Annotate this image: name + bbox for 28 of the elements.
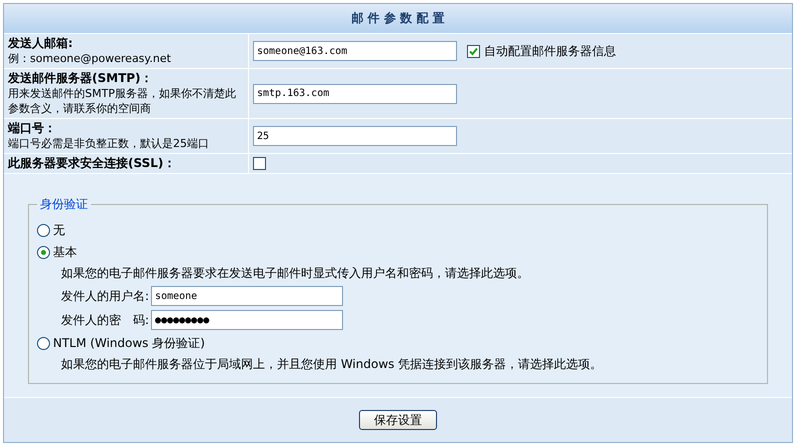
checkbox[interactable] xyxy=(253,157,266,170)
field-label: 发件人的密 码: xyxy=(61,312,150,328)
checkbox[interactable] xyxy=(467,44,480,58)
input-field[interactable]: someone@163.com xyxy=(253,41,457,61)
setting-description: 用来发送邮件的SMTP服务器，如果你不清楚此参数含义，请联系你的空间商 xyxy=(8,86,237,116)
input-field[interactable]: smtp.163.com xyxy=(253,84,457,104)
radio-button[interactable] xyxy=(37,336,50,350)
radio-label: 基本 xyxy=(53,244,77,261)
radio-label: NTLM (Windows 身份验证) xyxy=(53,335,205,352)
save-button[interactable]: 保存设置 xyxy=(359,410,437,430)
setting-label: 发送邮件服务器(SMTP)： xyxy=(8,71,154,86)
setting-label: 此服务器要求安全连接(SSL)： xyxy=(8,156,176,171)
radio-button[interactable] xyxy=(37,246,50,258)
checkbox-label: 自动配置邮件服务器信息 xyxy=(484,42,616,60)
option-description: 如果您的电子邮件服务器位于局域网上，并且您使用 Windows 凭据连接到该服务器，请选择此选项。 xyxy=(61,356,604,373)
setting-label: 发送人邮箱: xyxy=(8,36,74,51)
radio-label: 无 xyxy=(53,222,65,239)
input-field[interactable]: 25 xyxy=(253,126,457,146)
input-field[interactable]: ●●●●●●●●● xyxy=(151,310,344,330)
radio-button[interactable] xyxy=(37,224,50,236)
setting-description: 例：someone@powereasy.net xyxy=(8,51,172,66)
field-label: 发件人的用户名: xyxy=(61,288,150,304)
input-field[interactable]: someone xyxy=(151,286,344,306)
group-legend: 身份验证 xyxy=(37,196,91,213)
setting-description: 端口号必需是非负整正数，默认是25端口 xyxy=(8,136,210,151)
setting-label: 端口号： xyxy=(8,121,57,136)
panel-title: 邮 件 参 数 配 置 xyxy=(4,4,792,34)
option-description: 如果您的电子邮件服务器要求在发送电子邮件时显式传入用户名和密码，请选择此选项。 xyxy=(61,265,530,282)
